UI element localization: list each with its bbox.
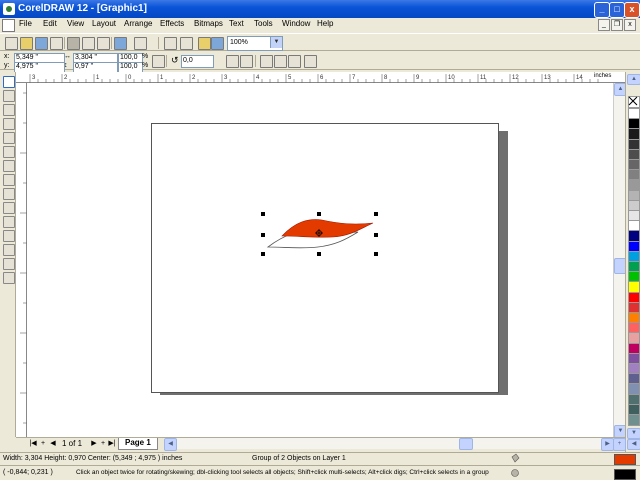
fill-color-indicator [614, 454, 636, 465]
scroll-left-button[interactable]: ◀ [164, 438, 177, 451]
cursor-position: ( -0,844; 0,231 ) [3, 469, 53, 476]
selection-handle[interactable] [317, 252, 321, 256]
palette-scroll-down-button[interactable]: ▼ [627, 428, 640, 439]
color-palette: ▲ ▼ ◀ [625, 72, 640, 452]
no-color-x-icon [628, 96, 638, 106]
prev-page-button[interactable]: ◀ [48, 439, 58, 449]
selection-info: Group of 2 Objects on Layer 1 [252, 455, 346, 462]
page-tab-1[interactable]: Page 1 [118, 438, 158, 450]
outline-pen-icon[interactable] [510, 468, 520, 478]
status-hint: Click an object twice for rotating/skewi… [76, 469, 489, 476]
red-skewed-shape[interactable] [281, 219, 374, 238]
selection-handle[interactable] [374, 252, 378, 256]
outline-color-indicator [614, 469, 636, 480]
selected-object-group[interactable] [0, 0, 640, 480]
first-page-button[interactable]: |◀ [28, 439, 38, 449]
selection-handle[interactable] [261, 212, 265, 216]
status-bar: Width: 3,304 Height: 0,970 Center: (5,34… [0, 452, 640, 465]
horizontal-scrollbar[interactable]: ◀ ▶ + [164, 437, 626, 451]
horizontal-scroll-thumb[interactable] [459, 438, 473, 450]
vertical-scrollbar[interactable]: ▲ ▼ [613, 83, 627, 438]
last-page-button[interactable]: ▶| [107, 439, 117, 449]
selection-handle[interactable] [374, 212, 378, 216]
selection-handle[interactable] [261, 252, 265, 256]
palette-swatch[interactable] [628, 414, 640, 426]
selection-handle[interactable] [317, 212, 321, 216]
no-color-swatch[interactable] [628, 96, 640, 108]
fill-bucket-icon[interactable] [510, 453, 520, 464]
add-page-before-button[interactable]: + [38, 439, 48, 449]
palette-expand-button[interactable]: ◀ [627, 439, 640, 450]
hint-bar: ( -0,844; 0,231 ) Click an object twice … [0, 465, 640, 480]
selection-handle[interactable] [374, 233, 378, 237]
selection-handle[interactable] [261, 233, 265, 237]
object-dimensions: Width: 3,304 Height: 0,970 Center: (5,34… [3, 455, 183, 462]
fill-bucket-svg [511, 453, 520, 463]
palette-scroll-up-button[interactable]: ▲ [627, 74, 640, 85]
page-counter: 1 of 1 [62, 439, 83, 448]
zoom-corner-button[interactable]: + [613, 438, 626, 451]
outline-pen-svg [511, 469, 519, 477]
